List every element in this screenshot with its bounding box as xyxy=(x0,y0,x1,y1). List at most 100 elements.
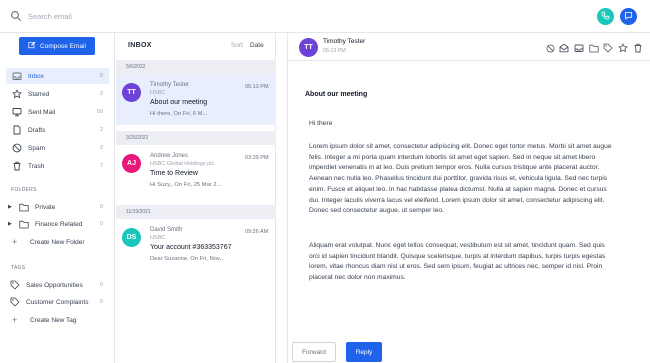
mail-snippet: Dear Suzanne, On Fri, Nov... xyxy=(150,256,225,262)
folder-item-finance-related[interactable]: ▶ Finance Related 0 xyxy=(6,217,109,231)
tag-item-customer-complaints[interactable]: Customer Complaints 0 xyxy=(6,295,109,309)
compose-email-label: Compose Email xyxy=(40,42,86,50)
inbox-icon[interactable] xyxy=(574,43,584,53)
sidebar-item-sent-mail[interactable]: Sent Mail 50 xyxy=(6,104,109,120)
mail-snippet: Hi Suzy,, On Fri, 25 Mar 2... xyxy=(150,182,222,188)
edit-icon xyxy=(28,41,36,51)
sort-date-option[interactable]: Date xyxy=(250,42,264,49)
mail-sender: Andrew Jones xyxy=(150,153,189,159)
sort-label: Sort xyxy=(231,42,243,49)
mail-time: 03:39 PM xyxy=(245,155,269,161)
folder-icon xyxy=(19,202,29,212)
search-icon xyxy=(10,10,22,22)
inbox-title: INBOX xyxy=(128,42,152,49)
mail-subject: Time to Review xyxy=(150,170,198,177)
count-badge: 0 xyxy=(99,73,103,79)
sidebar-item-starred[interactable]: Starred 2 xyxy=(6,86,109,102)
chat-button[interactable] xyxy=(620,8,637,25)
count-badge: 2 xyxy=(99,91,103,97)
tag-icon[interactable] xyxy=(603,43,613,53)
mail-list-item[interactable]: DS David Smith HSBC Your account #363353… xyxy=(116,219,276,270)
tags-section-label: TAGS xyxy=(11,265,26,271)
call-button[interactable] xyxy=(597,8,614,25)
message-sender: Timothy Tester xyxy=(323,38,366,45)
forward-button[interactable]: Forward xyxy=(292,342,336,362)
date-separator: 5/6/2022 xyxy=(116,60,276,74)
mail-list-item[interactable]: TT Timothy Tester HSBC About our meeting… xyxy=(116,74,276,125)
monitor-icon xyxy=(12,107,22,117)
trash-icon[interactable] xyxy=(633,43,643,53)
sidebar-item-label: Starred xyxy=(28,90,50,98)
message-time: 05:13 PM xyxy=(323,48,346,54)
mail-subject: Your account #363353767 xyxy=(150,244,232,251)
sidebar-item-label: Trash xyxy=(28,162,45,170)
inbox-panel: INBOX Sort Date 5/6/2022 TT Timothy Test… xyxy=(116,33,276,363)
message-greeting: Hi there xyxy=(309,120,333,127)
date-separator: 3/25/2022 xyxy=(116,131,276,145)
block-icon[interactable] xyxy=(545,43,555,53)
mail-subject: About our meeting xyxy=(150,99,208,106)
caret-right-icon[interactable]: ▶ xyxy=(8,204,14,210)
sidebar: Compose Email Inbox 0 Starred 2 Sent Mai… xyxy=(0,33,115,363)
sidebar-item-trash[interactable]: Trash 7 xyxy=(6,158,109,174)
chat-icon xyxy=(624,11,633,22)
tag-label: Customer Complaints xyxy=(26,298,89,306)
caret-right-icon[interactable]: ▶ xyxy=(8,221,14,227)
search-input[interactable] xyxy=(28,9,248,23)
mail-list-item[interactable]: AJ Andrew Jones HSBC Global Holdings plc… xyxy=(116,145,276,196)
mail-time: 09:26 AM xyxy=(245,229,269,235)
create-new-tag-link[interactable]: + Create New Tag xyxy=(12,315,77,325)
tag-label: Sales Opportunities xyxy=(26,281,83,289)
message-subject: About our meeting xyxy=(305,91,368,98)
compose-email-button[interactable]: Compose Email xyxy=(19,37,95,55)
count-badge: 50 xyxy=(96,109,103,115)
sidebar-item-label: Spam xyxy=(28,144,45,152)
tag-icon xyxy=(10,297,20,307)
count-badge: 2 xyxy=(99,127,103,133)
sidebar-item-spam[interactable]: Spam 2 xyxy=(6,140,109,156)
star-icon[interactable] xyxy=(618,43,628,53)
reading-pane: TT Timothy Tester 05:13 PM About our mee… xyxy=(288,33,650,363)
message-header: TT Timothy Tester 05:13 PM xyxy=(288,33,650,61)
create-new-folder-label: Create New Folder xyxy=(30,238,85,246)
mail-organization: HSBC xyxy=(150,235,166,241)
tag-item-sales-opportunities[interactable]: Sales Opportunities 0 xyxy=(6,278,109,292)
mail-open-icon[interactable] xyxy=(559,43,569,53)
folder-icon[interactable] xyxy=(589,43,599,53)
sidebar-item-inbox[interactable]: Inbox 0 xyxy=(6,68,109,84)
avatar: TT xyxy=(122,83,141,102)
mail-time: 05:13 PM xyxy=(245,84,269,90)
count-badge: 0 xyxy=(99,221,103,227)
avatar: TT xyxy=(299,38,318,57)
folder-label: Finance Related xyxy=(35,220,83,228)
count-badge: 2 xyxy=(99,145,103,151)
count-badge: 0 xyxy=(99,299,103,305)
top-bar xyxy=(0,0,650,33)
sidebar-item-drafts[interactable]: Drafts 2 xyxy=(6,122,109,138)
list-scrollbar[interactable] xyxy=(277,33,288,363)
plus-icon: + xyxy=(12,315,18,325)
sidebar-item-label: Inbox xyxy=(28,72,44,80)
sidebar-item-label: Sent Mail xyxy=(28,108,56,116)
count-badge: 7 xyxy=(99,163,103,169)
message-paragraph: Lorem ipsum dolor sit amet, consectetur … xyxy=(309,143,612,215)
star-icon xyxy=(12,89,22,99)
create-new-folder-link[interactable]: + Create New Folder xyxy=(12,237,85,247)
reply-button[interactable]: Reply xyxy=(346,342,382,362)
sidebar-item-label: Drafts xyxy=(28,126,46,134)
tag-icon xyxy=(10,280,20,290)
date-separator: 11/19/2021 xyxy=(116,205,276,219)
folder-item-private[interactable]: ▶ Private 0 xyxy=(6,200,109,214)
mail-sender: David Smith xyxy=(150,227,183,233)
message-body: About our meeting Hi there Lorem ipsum d… xyxy=(288,61,650,363)
trash-icon xyxy=(12,161,22,171)
phone-icon xyxy=(601,11,610,22)
mail-organization: HSBC xyxy=(150,90,166,96)
ban-icon xyxy=(12,143,22,153)
document-icon xyxy=(12,125,22,135)
mail-sender: Timothy Tester xyxy=(150,82,190,88)
count-badge: 0 xyxy=(99,282,103,288)
message-paragraph: Aliquam erat volutpat. Nunc eget tellus … xyxy=(309,242,606,282)
mail-organization: HSBC Global Holdings plc xyxy=(150,161,215,167)
create-new-tag-label: Create New Tag xyxy=(30,316,77,324)
